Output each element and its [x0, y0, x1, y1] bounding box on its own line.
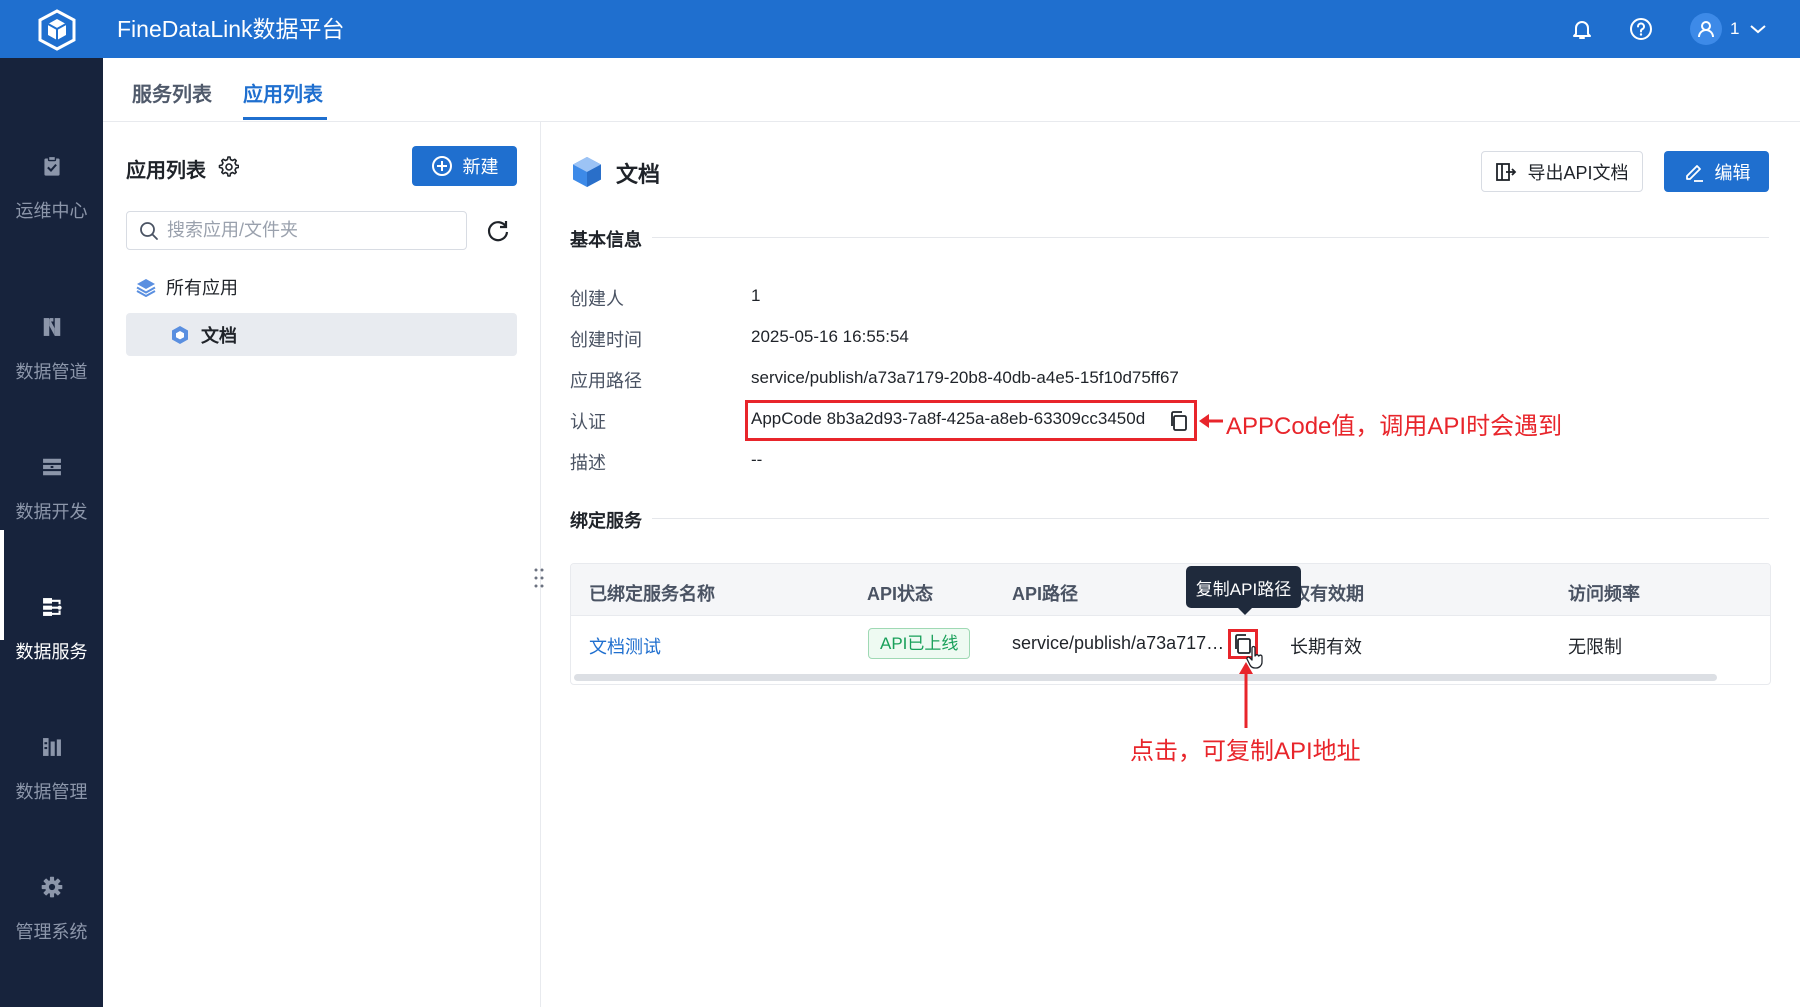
- search-input[interactable]: [167, 220, 457, 241]
- tab-active-underline: [243, 117, 327, 120]
- column-header-frequency: 访问频率: [1568, 584, 1640, 604]
- column-header-name: 已绑定服务名称: [589, 584, 715, 604]
- edit-button[interactable]: 编辑: [1664, 151, 1769, 192]
- new-button-label: 新建: [462, 157, 499, 177]
- resize-handle[interactable]: [533, 566, 545, 590]
- copy-path-tooltip: 复制API路径: [1186, 566, 1301, 608]
- avatar: [1690, 13, 1722, 45]
- tab-app-list[interactable]: 应用列表: [243, 78, 323, 107]
- table-header: 已绑定服务名称 API状态 API路径 权有效期 访问频率: [571, 564, 1770, 616]
- tree-root-all-apps[interactable]: 所有应用: [126, 274, 238, 300]
- dev-icon: [42, 458, 61, 476]
- refresh-icon[interactable]: [485, 218, 511, 244]
- service-icon: [42, 598, 62, 616]
- nav-label: 数据管理: [15, 782, 88, 802]
- frequency-cell: 无限制: [1568, 637, 1622, 657]
- bell-icon[interactable]: [1570, 17, 1594, 41]
- logo-icon: [38, 9, 76, 51]
- copy-icon[interactable]: [1168, 410, 1190, 432]
- field-value-app-path: service/publish/a73a7179-20b8-40db-a4e5-…: [751, 368, 1179, 387]
- nav-item-admin[interactable]: 管理系统: [0, 834, 103, 944]
- field-label-app-path: 应用路径: [570, 371, 642, 391]
- layers-icon: [136, 279, 156, 297]
- annotation-arrow-up-icon: [1239, 662, 1253, 728]
- help-icon[interactable]: [1629, 17, 1653, 41]
- new-button[interactable]: 新建: [412, 146, 517, 186]
- search-icon: [140, 221, 158, 240]
- section-divider: [652, 237, 1769, 238]
- field-label-auth: 认证: [570, 412, 606, 432]
- field-label-desc: 描述: [570, 453, 606, 473]
- clipboard-check-icon: [43, 155, 60, 176]
- cube-icon: [172, 325, 188, 344]
- section-divider: [652, 518, 1769, 519]
- field-label-created-time: 创建时间: [570, 330, 642, 350]
- horizontal-scrollbar[interactable]: [574, 674, 1717, 681]
- nav-label: 运维中心: [15, 201, 88, 221]
- top-bar: FineDataLink数据平台 1: [0, 0, 1800, 58]
- user-menu[interactable]: 1: [1690, 13, 1767, 45]
- annotation-appcode: APPCode值，调用API时会遇到: [1226, 413, 1563, 440]
- user-name: 1: [1730, 19, 1740, 38]
- column-header-validity: 权有效期: [1292, 584, 1364, 604]
- plus-circle-icon: [431, 156, 452, 176]
- nav-label: 数据服务: [15, 642, 88, 662]
- api-path-cell: service/publish/a73a717…: [1012, 633, 1225, 653]
- nav-item-service[interactable]: 数据服务: [0, 554, 103, 664]
- edit-icon: [1685, 164, 1703, 182]
- app-cube-icon: [573, 157, 601, 187]
- tree-item-label: 文档: [201, 325, 237, 346]
- app-list-panel: 应用列表 新建 所有应用 文档: [103, 122, 541, 1007]
- nav-item-ops[interactable]: 运维中心: [0, 113, 103, 223]
- panel-title: 应用列表: [126, 160, 206, 182]
- left-nav: 运维中心 数据管道 数据开发 数据服务 数据管理 管理系统: [0, 58, 103, 1007]
- export-button-label: 导出API文档: [1527, 162, 1629, 183]
- tab-bar: 服务列表 应用列表: [103, 58, 1800, 122]
- chevron-down-icon: [1750, 25, 1767, 34]
- nav-label: 数据管道: [15, 362, 88, 382]
- export-icon: [1496, 162, 1517, 181]
- export-api-doc-button[interactable]: 导出API文档: [1481, 151, 1643, 192]
- column-header-path: API路径: [1012, 584, 1079, 604]
- section-binding: 绑定服务: [570, 511, 642, 531]
- service-name-link[interactable]: 文档测试: [589, 633, 661, 659]
- bound-services-table: 已绑定服务名称 API状态 API路径 权有效期 访问频率 文档测试 API已上…: [570, 563, 1771, 685]
- pipeline-icon: [43, 318, 60, 336]
- field-value-desc: --: [751, 450, 763, 469]
- nav-item-pipeline[interactable]: 数据管道: [0, 274, 103, 384]
- data-manage-icon: [42, 738, 61, 756]
- tooltip-arrow: [1237, 607, 1253, 615]
- detail-title: 文档: [616, 162, 661, 187]
- nav-item-dev[interactable]: 数据开发: [0, 414, 103, 524]
- annotation-arrow-left-icon: [1199, 414, 1223, 428]
- field-value-creator: 1: [751, 286, 761, 305]
- section-basic-info: 基本信息: [570, 230, 642, 250]
- edit-button-label: 编辑: [1714, 162, 1751, 183]
- search-box: [126, 211, 467, 250]
- nav-item-data-manage[interactable]: 数据管理: [0, 694, 103, 804]
- gear-icon: [41, 876, 62, 898]
- nav-label: 管理系统: [15, 922, 88, 942]
- settings-icon[interactable]: [217, 155, 239, 177]
- field-label-creator: 创建人: [570, 289, 624, 309]
- nav-label: 数据开发: [15, 502, 88, 522]
- status-badge: API已上线: [868, 628, 971, 659]
- validity-cell: 长期有效: [1290, 637, 1362, 657]
- tab-service-list[interactable]: 服务列表: [132, 78, 212, 107]
- tree-root-label: 所有应用: [166, 278, 238, 298]
- tree-item-doc[interactable]: 文档: [126, 313, 517, 356]
- column-header-status: API状态: [867, 584, 934, 604]
- field-value-auth: AppCode 8b3a2d93-7a8f-425a-a8eb-63309cc3…: [751, 409, 1146, 428]
- app-title: FineDataLink数据平台: [117, 16, 345, 42]
- annotation-copy-api: 点击，可复制API地址: [1130, 738, 1361, 765]
- field-value-created-time: 2025-05-16 16:55:54: [751, 327, 909, 346]
- user-icon: [1698, 21, 1714, 38]
